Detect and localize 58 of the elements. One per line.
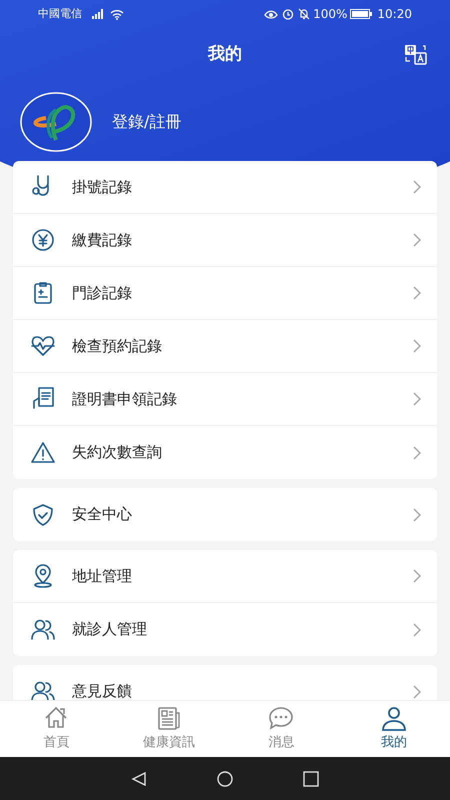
chevron-right-icon xyxy=(413,569,421,583)
recents-icon[interactable] xyxy=(303,770,319,786)
chat-bubble-icon xyxy=(267,705,296,732)
login-link[interactable]: 登錄/註冊 xyxy=(112,110,182,134)
eye-icon xyxy=(264,9,278,19)
menu-label: 安全中心 xyxy=(72,504,133,526)
translate-icon[interactable] xyxy=(404,44,428,66)
menu-label: 就診人管理 xyxy=(72,619,148,640)
page-title: 我的 xyxy=(208,43,242,66)
menu-item[interactable]: 檢查預約記錄 xyxy=(13,320,437,373)
signal-icon xyxy=(92,9,106,19)
tab[interactable]: 首頁 xyxy=(0,701,112,757)
alarm-icon xyxy=(282,8,294,20)
yen-coin-icon xyxy=(30,227,56,253)
bell-off-icon xyxy=(298,8,310,20)
tab[interactable]: 健康資訊 xyxy=(112,701,225,757)
battery-icon xyxy=(350,9,372,19)
shield-check-icon xyxy=(30,502,56,528)
menu-label: 失約次數查詢 xyxy=(72,442,163,464)
people-icon xyxy=(30,616,56,642)
tab[interactable]: 消息 xyxy=(225,701,338,757)
person-icon xyxy=(380,705,408,732)
chevron-right-icon xyxy=(413,233,421,247)
menu-item[interactable]: 就診人管理 xyxy=(13,603,437,656)
chevron-right-icon xyxy=(413,684,421,698)
menu-label: 門診記錄 xyxy=(72,282,133,304)
chevron-right-icon xyxy=(413,392,421,406)
chevron-right-icon xyxy=(413,508,421,522)
battery-text: 100% xyxy=(313,6,348,23)
chevron-right-icon xyxy=(413,180,421,194)
menu-item[interactable]: 掛號記錄 xyxy=(13,161,437,214)
menu-item[interactable]: 繳費記錄 xyxy=(13,214,437,267)
people-icon xyxy=(30,678,56,700)
chevron-right-icon xyxy=(413,446,421,460)
tab[interactable]: 我的 xyxy=(338,701,450,757)
wifi-icon xyxy=(110,8,124,20)
menu-label: 檢查預約記錄 xyxy=(72,336,163,357)
home-icon[interactable] xyxy=(217,770,233,786)
menu-label: 掛號記錄 xyxy=(72,176,133,198)
menu-item[interactable]: 失約次數查詢 xyxy=(13,426,437,479)
menu-item[interactable]: 安全中心 xyxy=(13,488,437,541)
logo-avatar[interactable] xyxy=(20,92,92,152)
chevron-right-icon xyxy=(413,286,421,300)
back-icon[interactable] xyxy=(131,770,147,786)
menu-item[interactable]: 門診記錄 xyxy=(13,267,437,320)
chevron-right-icon xyxy=(413,339,421,353)
menu-label: 意見反饋 xyxy=(72,681,133,700)
heart-pulse-icon xyxy=(30,333,56,359)
menu-label: 證明書申領記錄 xyxy=(72,388,178,410)
menu-item[interactable]: 意見反饋 xyxy=(13,665,437,700)
chevron-right-icon xyxy=(413,622,421,636)
warning-icon xyxy=(30,440,56,466)
menu-item[interactable]: 證明書申領記錄 xyxy=(13,373,437,426)
menu-item[interactable]: 地址管理 xyxy=(13,550,437,603)
menu-label: 繳費記錄 xyxy=(72,230,133,251)
carrier-text: 中國電信 xyxy=(38,6,82,22)
menu-label: 地址管理 xyxy=(72,566,133,587)
clock-text: 10:20 xyxy=(377,6,412,23)
